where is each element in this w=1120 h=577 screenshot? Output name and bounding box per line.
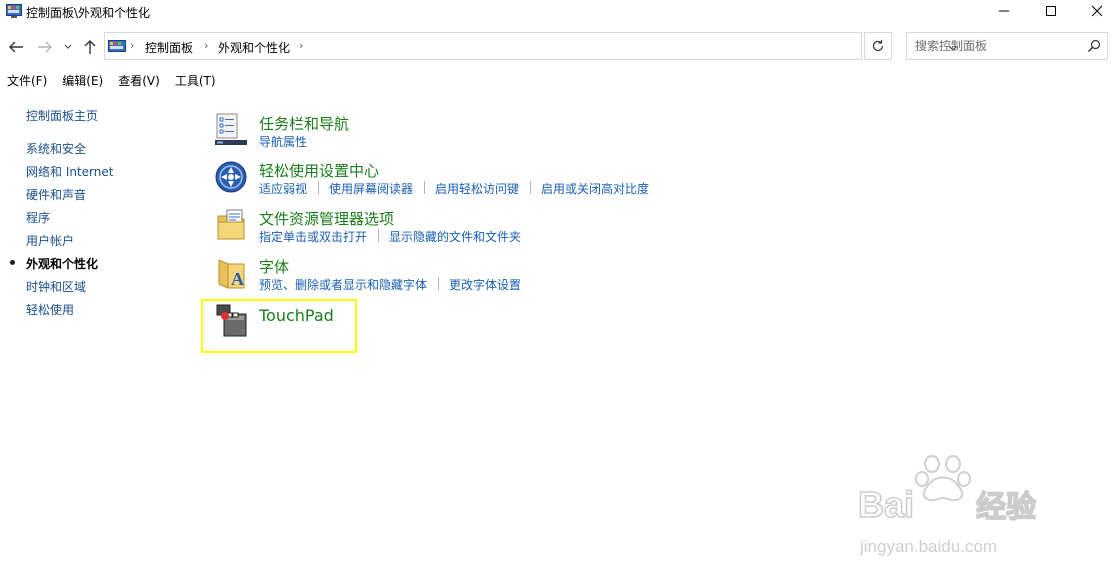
link-separator (438, 277, 439, 290)
link-accessibility-keys[interactable]: 启用轻松访问键 (435, 180, 519, 197)
highlight-box (201, 299, 357, 353)
sidebar-item-network[interactable]: 网络和 Internet (26, 163, 113, 180)
arrow-up-icon (84, 40, 96, 54)
chevron-right-icon[interactable]: › (204, 39, 208, 52)
link-navigation-properties[interactable]: 导航属性 (259, 133, 307, 150)
link-separator (530, 181, 531, 194)
svg-text:Bai: Bai (858, 484, 914, 525)
category-taskbar-title[interactable]: 任务栏和导航 (259, 113, 349, 134)
search-icon[interactable] (1087, 39, 1101, 53)
watermark-url: jingyan.baidu.com (859, 537, 997, 556)
address-bar[interactable]: › 控制面板 › 外观和个性化 › (104, 32, 958, 60)
link-separator (318, 181, 319, 194)
svg-text:A: A (231, 269, 244, 289)
breadcrumb-appearance[interactable]: 外观和个性化 (218, 39, 290, 56)
close-button[interactable] (1074, 0, 1120, 22)
sidebar-item-ease-of-access[interactable]: 轻松使用 (26, 301, 74, 318)
sidebar-item-system-security[interactable]: 系统和安全 (26, 140, 86, 157)
link-separator (378, 229, 379, 242)
window-title: 控制面板\外观和个性化 (26, 6, 151, 20)
sidebar-item-appearance[interactable]: 外观和个性化 (26, 255, 98, 272)
search-input[interactable] (915, 38, 1075, 54)
link-high-contrast[interactable]: 启用或关闭高对比度 (541, 180, 649, 197)
baidu-watermark: Bai 经验 jingyan.baidu.com (858, 455, 1037, 556)
navigation-bar: › 控制面板 › 外观和个性化 › (0, 30, 1120, 64)
svg-text:经验: 经验 (976, 490, 1036, 525)
refresh-button[interactable] (864, 32, 892, 60)
sidebar-item-user-accounts[interactable]: 用户帐户 (26, 232, 74, 249)
search-box[interactable] (906, 32, 1108, 60)
fonts-folder-icon[interactable]: A (214, 256, 248, 290)
link-change-font-settings[interactable]: 更改字体设置 (449, 276, 521, 293)
link-screen-reader[interactable]: 使用屏幕阅读器 (329, 180, 413, 197)
menu-view[interactable]: 查看(V) (111, 70, 168, 90)
category-file-explorer-title[interactable]: 文件资源管理器选项 (259, 208, 394, 229)
maximize-icon (1046, 6, 1056, 16)
close-icon (1091, 5, 1103, 17)
menu-tools[interactable]: 工具(T) (168, 70, 224, 90)
ease-of-access-icon[interactable] (214, 160, 248, 194)
link-low-vision[interactable]: 适应弱视 (259, 180, 307, 197)
minimize-icon (999, 10, 1009, 12)
category-ease-of-access-title[interactable]: 轻松使用设置中心 (259, 160, 379, 181)
sidebar-item-clock-region[interactable]: 时钟和区域 (26, 278, 86, 295)
refresh-icon (872, 40, 884, 52)
chevron-right-icon[interactable]: › (299, 39, 303, 52)
menu-edit[interactable]: 编辑(E) (55, 70, 111, 90)
chevron-down-icon (64, 44, 72, 49)
link-separator (424, 181, 425, 194)
chevron-right-icon[interactable]: › (130, 39, 134, 52)
link-single-double-click[interactable]: 指定单击或双击打开 (259, 228, 367, 245)
category-fonts-title[interactable]: 字体 (259, 256, 289, 277)
title-bar: 控制面板\外观和个性化 (0, 0, 1120, 24)
recent-locations-button[interactable] (62, 37, 74, 57)
menu-file[interactable]: 文件(F) (0, 70, 55, 90)
link-preview-delete-fonts[interactable]: 预览、删除或者显示和隐藏字体 (259, 276, 427, 293)
folder-options-icon[interactable] (214, 208, 248, 242)
minimize-button[interactable] (981, 0, 1027, 22)
control-panel-icon (108, 40, 126, 52)
menu-bar: 文件(F) 编辑(E) 查看(V) 工具(T) (0, 70, 1120, 90)
arrow-left-icon (9, 41, 23, 53)
taskbar-icon[interactable] (214, 112, 248, 146)
arrow-right-icon (38, 41, 52, 53)
active-bullet (10, 260, 15, 265)
breadcrumb-control-panel[interactable]: 控制面板 (145, 39, 193, 56)
maximize-button[interactable] (1028, 0, 1074, 22)
forward-button[interactable] (36, 37, 54, 57)
up-button[interactable] (80, 37, 100, 57)
back-button[interactable] (6, 37, 26, 57)
sidebar-item-home[interactable]: 控制面板主页 (26, 107, 98, 124)
sidebar-item-programs[interactable]: 程序 (26, 209, 50, 226)
control-panel-icon (6, 4, 22, 18)
sidebar-item-hardware-sound[interactable]: 硬件和声音 (26, 186, 86, 203)
link-show-hidden-files[interactable]: 显示隐藏的文件和文件夹 (389, 228, 521, 245)
